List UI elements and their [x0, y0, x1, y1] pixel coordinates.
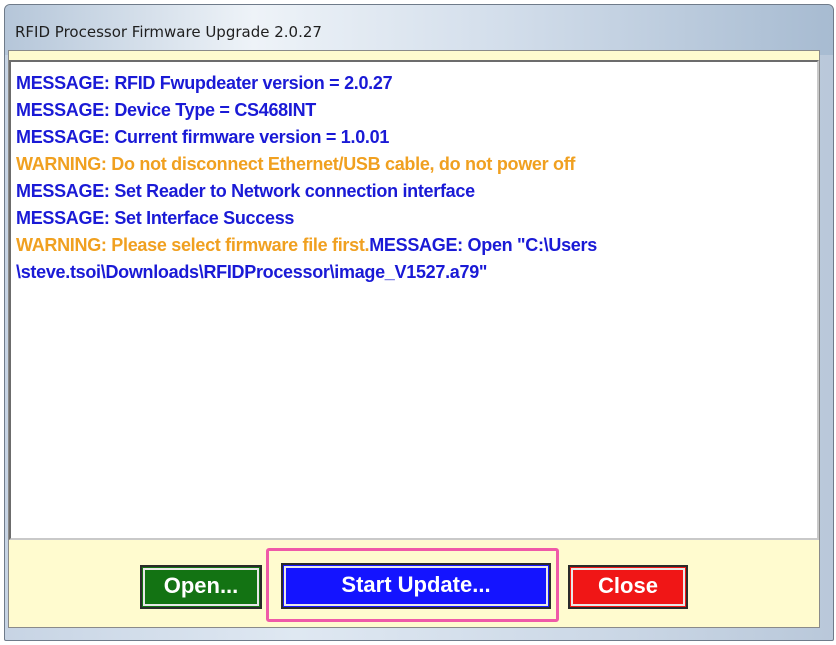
log-line: MESSAGE: Set Interface Success — [16, 208, 295, 228]
title-bar[interactable]: RFID Processor Firmware Upgrade 2.0.27 — [5, 5, 833, 55]
log-line: MESSAGE: Current firmware version = 1.0.… — [16, 127, 390, 147]
log-line: MESSAGE: RFID Fwupdeater version = 2.0.2… — [16, 73, 393, 93]
start-update-button[interactable]: Start Update... — [281, 563, 551, 609]
log-line-mixed: WARNING: Please select firmware file fir… — [16, 232, 817, 259]
log-message-part: MESSAGE: Open "C:\Users — [369, 235, 597, 255]
log-line-warning: WARNING: Do not disconnect Ethernet/USB … — [16, 154, 576, 174]
log-line: MESSAGE: Device Type = CS468INT — [16, 100, 316, 120]
window-title: RFID Processor Firmware Upgrade 2.0.27 — [15, 23, 322, 41]
message-log[interactable]: MESSAGE: RFID Fwupdeater version = 2.0.2… — [9, 60, 819, 540]
log-warning-part: WARNING: Please select firmware file fir… — [16, 235, 370, 255]
log-line: \steve.tsoi\Downloads\RFIDProcessor\imag… — [16, 262, 488, 282]
close-button[interactable]: Close — [568, 565, 688, 609]
log-line: MESSAGE: Set Reader to Network connectio… — [16, 181, 475, 201]
open-button[interactable]: Open... — [140, 565, 262, 609]
